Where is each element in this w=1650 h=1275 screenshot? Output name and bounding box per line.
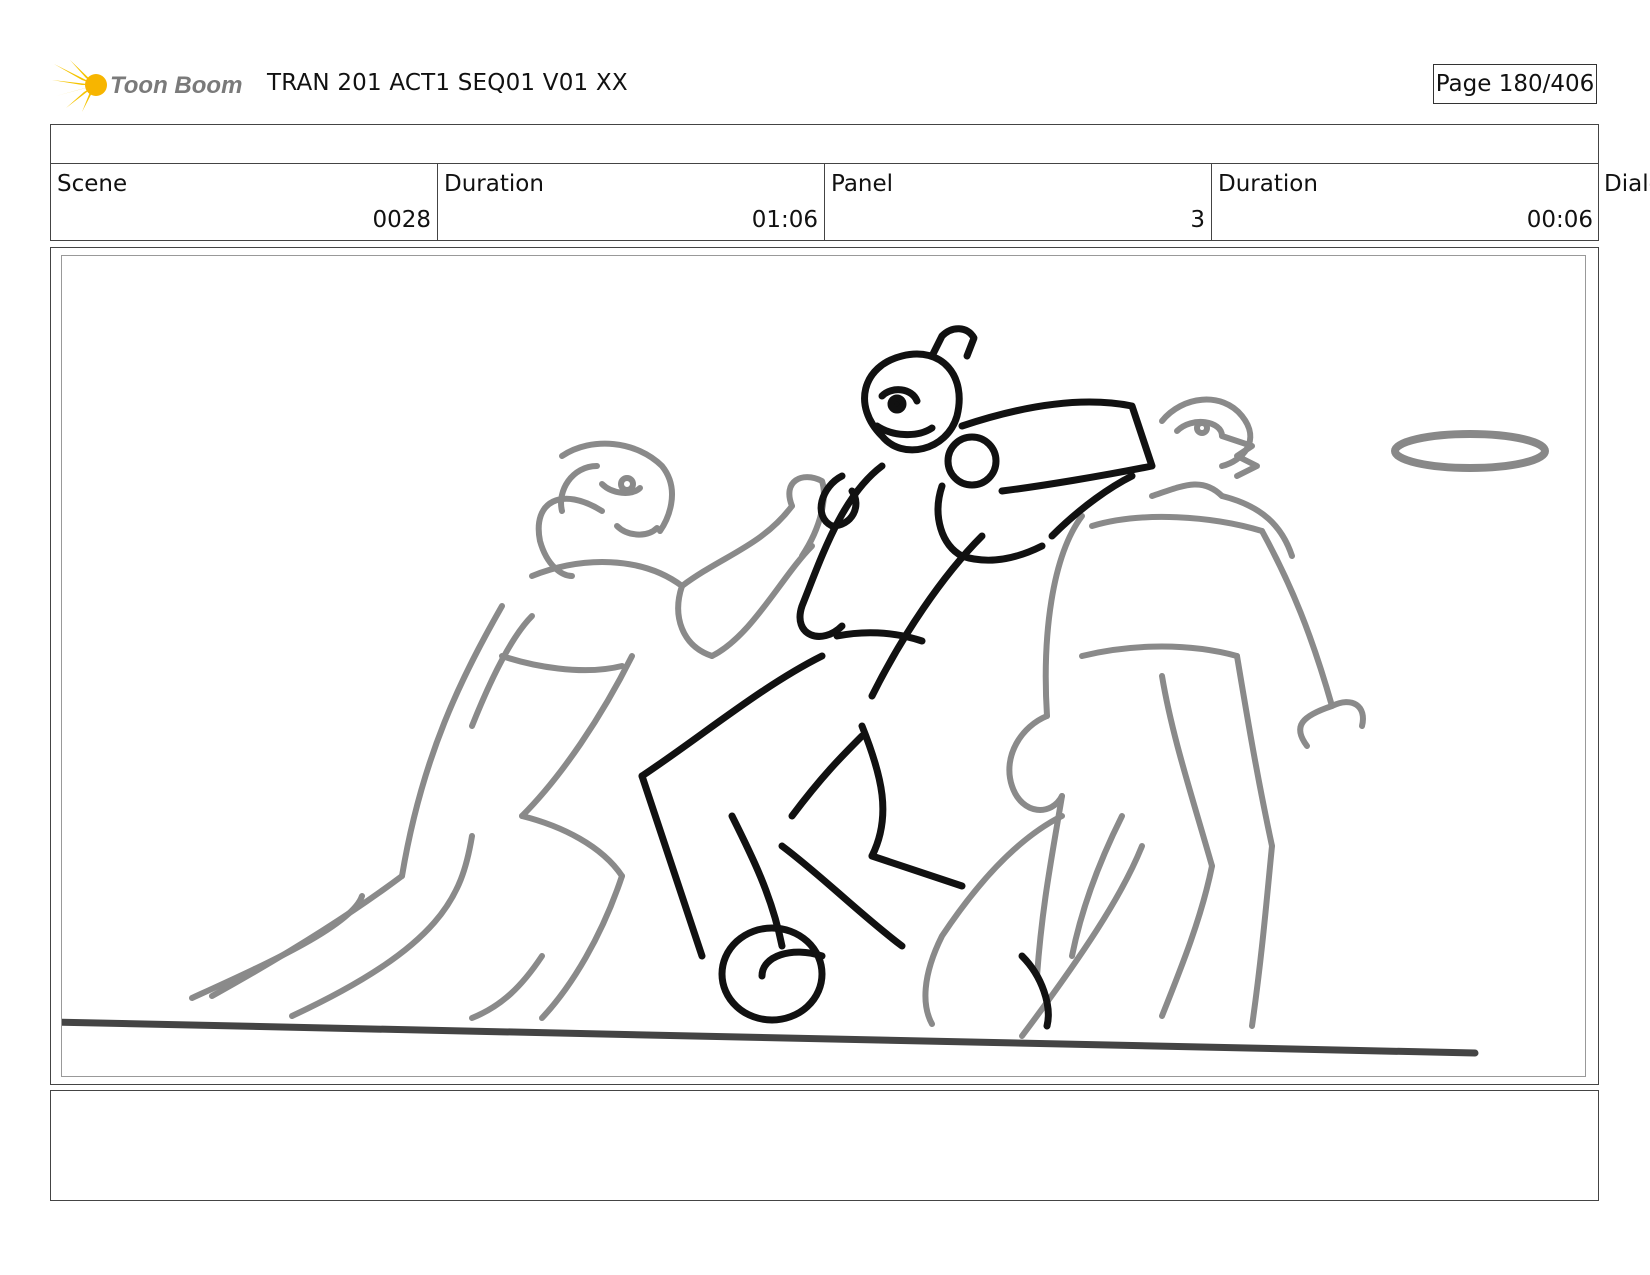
flying-disc (1391, 430, 1549, 472)
panel-value: 3 (1190, 207, 1205, 233)
center-black-figure (638, 325, 1156, 1030)
right-gray-figure (922, 396, 1366, 1039)
scene-duration-cell: Duration 01:06 (438, 163, 825, 240)
toon-boom-logo: Toon Boom (52, 58, 252, 112)
scene-info-row: Scene 0028 Duration 01:06 Panel 3 Durati… (50, 163, 1599, 241)
panel-label: Panel (831, 171, 894, 197)
left-gray-figure (189, 440, 827, 1021)
sun-burst-icon: Toon Boom (52, 60, 242, 112)
panel-cell: Panel 3 (825, 163, 1212, 240)
scene-value: 0028 (372, 207, 431, 233)
panel-duration-value: 00:06 (1526, 207, 1593, 233)
panel-duration-label: Duration (1218, 171, 1318, 197)
scene-cell: Scene 0028 (51, 163, 438, 240)
sketch-drawing (62, 325, 1549, 1057)
document-title: TRAN 201 ACT1 SEQ01 V01 XX (267, 70, 628, 96)
dialog-box (50, 1090, 1599, 1201)
panel-duration-cell: Duration 00:06 (1212, 163, 1599, 240)
dialog-label: Dialog (1604, 171, 1650, 197)
storyboard-panel (61, 255, 1586, 1077)
svg-text:Toon Boom: Toon Boom (110, 72, 242, 99)
scene-label: Scene (57, 171, 128, 197)
header-strip (50, 124, 1599, 164)
scene-duration-label: Duration (444, 171, 544, 197)
ground-line (62, 1018, 1479, 1057)
scene-duration-value: 01:06 (751, 207, 818, 233)
ball (718, 924, 826, 1024)
page-number: Page 180/406 (1433, 64, 1597, 104)
